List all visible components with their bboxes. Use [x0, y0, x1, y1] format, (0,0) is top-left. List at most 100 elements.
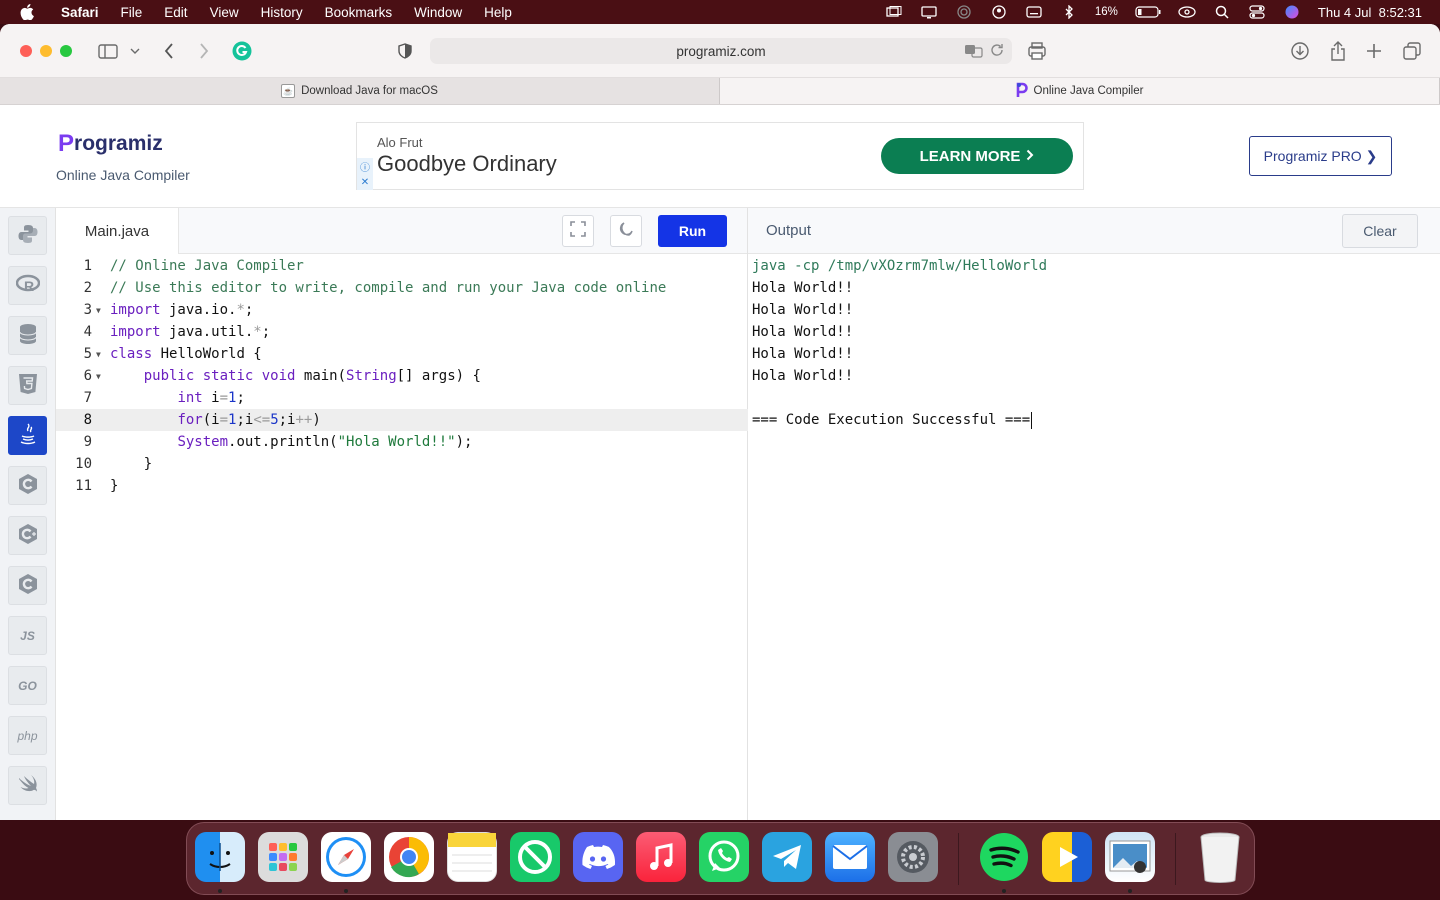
dock-preview-icon[interactable]: [1105, 832, 1155, 882]
display-icon[interactable]: [920, 5, 938, 19]
dock-notes-icon[interactable]: [447, 832, 497, 882]
running-indicator: [218, 889, 222, 893]
minimize-window-button[interactable]: [40, 44, 52, 57]
dock-telegram-icon[interactable]: [762, 832, 812, 882]
dock-launchpad-icon[interactable]: [258, 832, 308, 882]
code-area[interactable]: 1// Online Java Compiler 2// Use this ed…: [56, 255, 748, 497]
privacy-shield-icon[interactable]: [396, 38, 414, 64]
fold-arrow-icon[interactable]: ▼: [92, 372, 110, 381]
language-sidebar: R JS GO php: [0, 208, 56, 820]
lang-html-button[interactable]: [8, 366, 47, 405]
menu-window[interactable]: Window: [403, 5, 473, 20]
airdrop-icon[interactable]: [955, 5, 973, 19]
menu-file[interactable]: File: [110, 5, 154, 20]
dock-trash-icon[interactable]: [1195, 832, 1245, 883]
menu-bookmarks[interactable]: Bookmarks: [314, 5, 404, 20]
lang-go-button[interactable]: GO: [8, 666, 47, 705]
reader-print-icon[interactable]: [1026, 38, 1048, 64]
programiz-pro-button[interactable]: Programiz PRO ❯: [1249, 136, 1392, 176]
dock-focus-blocker-icon[interactable]: [510, 832, 560, 882]
menu-view[interactable]: View: [199, 5, 250, 20]
search-icon[interactable]: [1213, 5, 1231, 19]
lang-cpp-button[interactable]: [8, 516, 47, 555]
reload-icon[interactable]: [990, 43, 1004, 60]
code-text: public static void main(String[] args) {: [143, 368, 481, 384]
apple-icon[interactable]: [18, 3, 36, 21]
share-icon[interactable]: [1328, 38, 1348, 64]
dark-mode-button[interactable]: [610, 215, 642, 247]
tab-group-chevron-icon[interactable]: [128, 38, 142, 64]
dock-mail-icon[interactable]: [825, 832, 875, 882]
lang-r-button[interactable]: R: [8, 266, 47, 305]
traffic-lights: [20, 44, 72, 57]
ad-close-icon[interactable]: ✕: [357, 174, 373, 190]
battery-percent: 16%: [1094, 6, 1118, 18]
grammarly-extension-icon[interactable]: [231, 38, 253, 64]
html5-icon: [18, 373, 38, 398]
tab-label: Download Java for macOS: [301, 85, 438, 97]
python-icon: [17, 223, 39, 248]
zoom-window-button[interactable]: [60, 44, 72, 57]
menu-app-name[interactable]: Safari: [50, 5, 110, 20]
output-title: Output: [766, 222, 812, 239]
forward-icon[interactable]: [195, 38, 213, 64]
ad-banner[interactable]: ⓘ ✕ Alo Frut Goodbye Ordinary LEARN MORE: [356, 122, 1084, 190]
siri-icon[interactable]: [1283, 5, 1301, 19]
dock-spotify-icon[interactable]: [979, 832, 1029, 882]
dock-whatsapp-icon[interactable]: [699, 832, 749, 882]
ad-info-icon[interactable]: ⓘ: [357, 158, 373, 174]
menu-edit[interactable]: Edit: [153, 5, 198, 20]
downloads-icon[interactable]: [1290, 38, 1310, 64]
chevron-right-icon: [1026, 148, 1034, 165]
dock-finder-icon[interactable]: [195, 832, 245, 882]
lang-sql-button[interactable]: [8, 316, 47, 355]
screen-mirror-icon[interactable]: [1178, 5, 1196, 19]
fold-arrow-icon[interactable]: ▼: [92, 350, 110, 359]
go-icon: GO: [18, 678, 37, 693]
control-center-icon[interactable]: [1248, 5, 1266, 19]
dock-music-icon[interactable]: [636, 832, 686, 882]
output-command-line: java -cp /tmp/vXOzrm7mlw/HelloWorld: [752, 258, 1048, 274]
tab-download-java[interactable]: ☕ Download Java for macOS: [0, 78, 720, 104]
stage-manager-icon[interactable]: [885, 5, 903, 19]
user-icon[interactable]: [990, 5, 1008, 19]
php-icon: php: [17, 728, 38, 743]
address-bar[interactable]: programiz.com: [430, 38, 1012, 64]
fold-arrow-icon[interactable]: ▼: [92, 306, 110, 315]
ad-learn-more-button[interactable]: LEARN MORE: [881, 138, 1073, 174]
output-console[interactable]: java -cp /tmp/vXOzrm7mlw/HelloWorld Hola…: [752, 255, 1047, 431]
menu-clock[interactable]: Thu 4 Jul 8:52:31: [1318, 5, 1422, 20]
dock-discord-icon[interactable]: [573, 832, 623, 882]
lang-python-button[interactable]: [8, 216, 47, 255]
lang-csharp-button[interactable]: [8, 566, 47, 605]
lang-c-button[interactable]: [8, 466, 47, 505]
lang-java-button[interactable]: [8, 416, 47, 455]
back-icon[interactable]: [160, 38, 178, 64]
battery-icon[interactable]: [1135, 5, 1161, 19]
lang-swift-button[interactable]: [8, 766, 47, 805]
clear-output-button[interactable]: Clear: [1342, 214, 1418, 248]
file-tab-main-java[interactable]: Main.java: [56, 208, 179, 254]
tab-label: Online Java Compiler: [1033, 85, 1144, 97]
programiz-logo[interactable]: Programiz: [58, 130, 163, 158]
dock-chrome-icon[interactable]: [384, 832, 434, 882]
sidebar-toggle-icon[interactable]: [96, 38, 120, 64]
menu-history[interactable]: History: [250, 5, 314, 20]
tab-online-java-compiler[interactable]: Online Java Compiler: [720, 78, 1440, 104]
run-button[interactable]: Run: [658, 215, 727, 247]
code-line: 11}: [75, 478, 119, 494]
dock-system-settings-icon[interactable]: [888, 832, 938, 882]
close-window-button[interactable]: [20, 44, 32, 57]
bluetooth-icon[interactable]: [1060, 5, 1078, 19]
dock-infuse-icon[interactable]: [1042, 832, 1092, 882]
lang-php-button[interactable]: php: [8, 716, 47, 755]
dock-safari-icon[interactable]: [321, 832, 371, 882]
swift-icon: [17, 774, 39, 797]
fullscreen-button[interactable]: [562, 215, 594, 247]
new-tab-icon[interactable]: [1365, 38, 1383, 64]
menu-help[interactable]: Help: [473, 5, 523, 20]
translate-icon[interactable]: [964, 43, 984, 62]
lang-js-button[interactable]: JS: [8, 616, 47, 655]
keyboard-icon[interactable]: [1025, 5, 1043, 19]
tab-overview-icon[interactable]: [1402, 38, 1422, 64]
